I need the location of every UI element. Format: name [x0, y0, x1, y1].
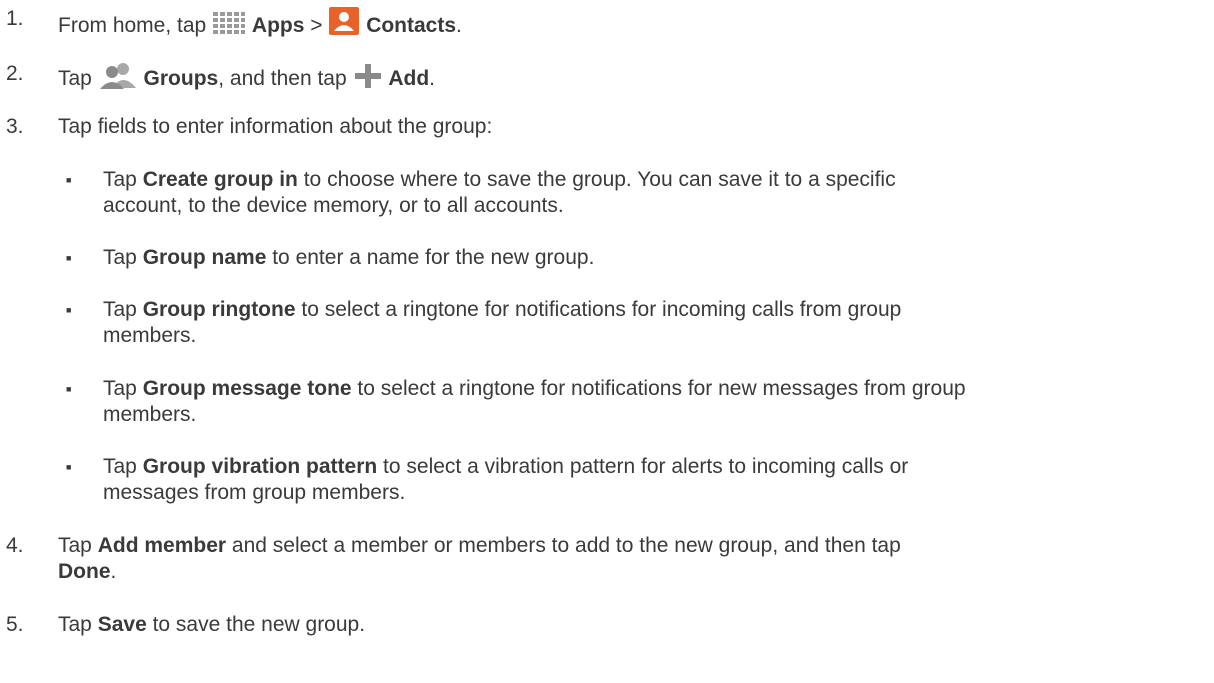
step-number: 1.: [6, 7, 24, 30]
group-ringtone-label: Group ringtone: [142, 298, 296, 321]
step-text: Tap Groups, and then tap Add.: [58, 61, 435, 96]
bullet-text: Tap Group ringtone to select a ringtone …: [103, 297, 901, 323]
step-text: Tap fields to enter information about th…: [58, 115, 493, 138]
groups-label: Groups: [143, 67, 219, 90]
bullet-marker: ■: [66, 253, 72, 263]
add-member-label: Add member: [97, 534, 227, 557]
apps-label: Apps: [251, 14, 305, 37]
bullet-text: Tap Group message tone to select a ringt…: [103, 376, 966, 402]
step-text-lead: Tap: [58, 534, 98, 557]
step-text-rest: to save the new group.: [146, 613, 366, 636]
bullet-text-continuation: members.: [103, 324, 197, 347]
bullet-text: Tap Group vibration pattern to select a …: [103, 454, 908, 480]
bullet-text-rest: to select a vibration pattern for alerts…: [377, 455, 909, 478]
group-message-tone-label: Group message tone: [142, 377, 352, 400]
done-label: Done: [58, 560, 111, 583]
bullet-text: Tap Create group in to choose where to s…: [103, 167, 896, 193]
step-text: From home, tap Apps > Contacts.: [58, 6, 462, 43]
step-text-tail: .: [110, 560, 117, 583]
bullet-text-lead: Tap: [103, 455, 143, 478]
step-text-tail: .: [456, 14, 462, 37]
bullet-text-rest: to select a ringtone for notifications f…: [351, 377, 966, 400]
step-text-lead: Tap: [58, 613, 98, 636]
bullet-text-continuation: members.: [103, 403, 197, 426]
bullet-marker: ■: [66, 462, 72, 472]
group-name-label: Group name: [142, 246, 267, 269]
bullet-marker: ■: [66, 305, 72, 315]
bullet-text-continuation: account, to the device memory, or to all…: [103, 194, 564, 217]
bullet-marker: ■: [66, 384, 72, 394]
save-label: Save: [97, 613, 147, 636]
bullet-text-lead: Tap: [103, 377, 143, 400]
contacts-icon: [328, 6, 360, 43]
add-plus-icon: [353, 63, 383, 96]
create-group-in-label: Create group in: [142, 168, 298, 191]
bullet-text-rest: to enter a name for the new group.: [266, 246, 595, 269]
step-text-middle: , and then tap: [218, 67, 353, 90]
step-text-lead: From home, tap: [58, 14, 213, 37]
step-text-tail: .: [429, 67, 436, 90]
bullet-text-lead: Tap: [103, 298, 143, 321]
separator-text: >: [304, 14, 329, 37]
step-text-rest: and select a member or members to add to…: [226, 534, 901, 557]
bullet-text: Tap Group name to enter a name for the n…: [103, 245, 594, 271]
bullet-text-rest: to select a ringtone for notifications f…: [295, 298, 902, 321]
contacts-label: Contacts: [366, 14, 457, 37]
groups-icon: [98, 61, 138, 96]
step-text: Tap Save to save the new group.: [58, 612, 365, 638]
step-number: 2.: [6, 62, 24, 85]
bullet-text-rest: to choose where to save the group. You c…: [297, 168, 896, 191]
step-number: 4.: [6, 534, 24, 557]
step-number: 5.: [6, 613, 24, 636]
bullet-text-lead: Tap: [103, 246, 143, 269]
step-text-lead: Tap: [58, 67, 98, 90]
apps-grid-icon: [212, 10, 246, 43]
bullet-text-continuation: messages from group members.: [103, 481, 406, 504]
bullet-marker: ■: [66, 175, 72, 185]
group-vibration-pattern-label: Group vibration pattern: [142, 455, 378, 478]
add-label: Add: [388, 67, 430, 90]
step-text: Tap Add member and select a member or me…: [58, 533, 901, 559]
step-number: 3.: [6, 115, 24, 138]
bullet-text-lead: Tap: [103, 168, 143, 191]
